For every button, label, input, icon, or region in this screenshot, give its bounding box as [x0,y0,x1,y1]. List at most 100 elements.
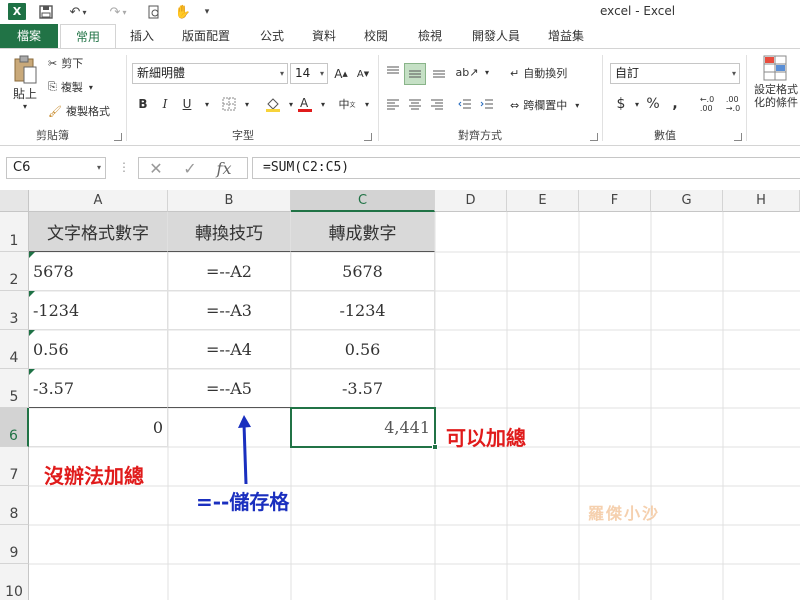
orientation-dropdown-icon[interactable]: ▾ [478,63,496,81]
row-header-7[interactable]: 7 [0,447,29,486]
tab-formulas[interactable]: 公式 [250,24,294,48]
cell-a6[interactable]: 0 [29,408,168,447]
print-preview-icon[interactable] [144,2,164,22]
alignment-launcher[interactable] [590,133,598,141]
borders-dropdown-icon[interactable]: ▾ [238,95,256,113]
cell-b3[interactable]: =--A3 [168,291,291,330]
column-header-g[interactable]: G [651,190,723,212]
cell-b2[interactable]: =--A2 [168,252,291,291]
cell-c1[interactable]: 轉成數字 [291,212,435,252]
column-header-c[interactable]: C [291,190,435,212]
phonetic-dropdown-icon[interactable]: ▾ [358,95,376,113]
cell-c4[interactable]: 0.56 [291,330,435,369]
italic-button[interactable]: I [156,95,174,113]
font-color-icon[interactable]: A [296,95,314,113]
column-header-b[interactable]: B [168,190,291,212]
fill-color-icon[interactable] [264,95,282,113]
font-size-select[interactable]: 14 ▾ [290,63,328,84]
align-right-icon[interactable] [428,95,446,113]
tab-addins[interactable]: 增益集 [538,24,594,48]
borders-icon[interactable] [220,95,238,113]
format-painter-button[interactable]: 🖌 複製格式 [48,103,110,119]
row-header-9[interactable]: 9 [0,525,29,564]
row-header-10[interactable]: 10 [0,564,29,600]
column-header-d[interactable]: D [435,190,507,212]
increase-decimal-icon[interactable]: ←.0.00 [696,95,718,113]
align-left-icon[interactable] [384,95,402,113]
align-center-icon[interactable] [406,95,424,113]
tab-insert[interactable]: 插入 [120,24,164,48]
cell-c3[interactable]: -1234 [291,291,435,330]
redo-icon[interactable]: ↷ ▾ [104,2,132,22]
decrease-decimal-icon[interactable]: .00 →.0 [722,95,744,113]
cell-a5[interactable]: -3.57 [29,369,168,408]
cell-b1[interactable]: 轉換技巧 [168,212,291,252]
cut-button[interactable]: ✂ 剪下 [48,55,83,71]
font-launcher[interactable] [364,133,372,141]
percent-button[interactable]: % [644,95,662,113]
copy-button[interactable]: ⎘ 複製 ▾ [48,79,93,95]
merge-center-button[interactable]: ⇔ 跨欄置中 ▾ [510,97,579,113]
shrink-font-icon[interactable]: A ▼ [354,65,372,83]
cancel-icon[interactable]: ✕ [139,159,173,178]
row-header-1[interactable]: 1 [0,212,29,252]
cell-a2[interactable]: 5678 [29,252,168,291]
tab-page-layout[interactable]: 版面配置 [172,24,240,48]
cell-b4[interactable]: =--A4 [168,330,291,369]
underline-dropdown-icon[interactable]: ▾ [198,95,216,113]
column-header-h[interactable]: H [723,190,800,212]
cell-c5[interactable]: -3.57 [291,369,435,408]
row-header-6[interactable]: 6 [0,408,29,447]
row-header-5[interactable]: 5 [0,369,29,408]
underline-button[interactable]: U [178,95,196,113]
enter-icon[interactable]: ✓ [173,159,207,178]
cell-c2[interactable]: 5678 [291,252,435,291]
bold-button[interactable]: B [134,95,152,113]
insert-function-icon[interactable]: fx [207,159,241,178]
row-header-2[interactable]: 2 [0,252,29,291]
touch-mode-icon[interactable]: ✋ [172,2,194,22]
tab-view[interactable]: 檢視 [408,24,452,48]
clipboard-launcher[interactable] [114,133,122,141]
title-bar: X ↶ ▾ ↷ ▾ ✋ ▾ excel - Excel [0,0,800,24]
orientation-icon[interactable]: ab↗ [456,63,479,81]
tab-home[interactable]: 常用 [60,24,116,48]
row-header-3[interactable]: 3 [0,291,29,330]
column-header-e[interactable]: E [507,190,579,212]
save-icon[interactable] [36,2,56,22]
formula-input[interactable]: =SUM(C2:C5) [252,157,800,179]
align-middle-icon[interactable] [404,63,426,85]
tab-file[interactable]: 檔案 [0,24,58,48]
conditional-formatting-button[interactable]: 設定格式化的條件 [752,55,800,109]
name-box[interactable]: C6 ▾ [6,157,106,179]
row-header-4[interactable]: 4 [0,330,29,369]
qat-customize-icon[interactable]: ▾ [200,2,214,22]
undo-icon[interactable]: ↶ ▾ [64,2,92,22]
column-header-f[interactable]: F [579,190,651,212]
grow-font-icon[interactable]: A ▲ [332,65,350,83]
increase-indent-icon[interactable] [478,95,496,113]
font-name-select[interactable]: 新細明體 ▾ [132,63,288,84]
cell-a4[interactable]: 0.56 [29,330,168,369]
align-bottom-icon[interactable] [430,63,448,81]
tab-data[interactable]: 資料 [302,24,346,48]
tab-review[interactable]: 校閱 [354,24,398,48]
number-launcher[interactable] [734,133,742,141]
phonetic-icon[interactable]: 中文 [338,95,356,113]
paste-button[interactable]: 貼上 ▾ [8,55,42,115]
select-all-corner[interactable] [0,190,29,212]
wrap-text-button[interactable]: ↵ 自動換列 [510,65,567,81]
align-top-icon[interactable] [384,63,402,81]
decrease-indent-icon[interactable] [456,95,474,113]
tab-developer[interactable]: 開發人員 [462,24,530,48]
fill-handle[interactable] [432,444,438,450]
cell-b5[interactable]: =--A5 [168,369,291,408]
number-format-select[interactable]: 自訂 ▾ [610,63,740,84]
comma-button[interactable]: , [666,95,684,113]
cell-a1[interactable]: 文字格式數字 [29,212,168,252]
error-indicator-icon [29,291,35,297]
font-color-dropdown-icon[interactable]: ▾ [314,95,332,113]
row-header-8[interactable]: 8 [0,486,29,525]
cell-a3[interactable]: -1234 [29,291,168,330]
column-header-a[interactable]: A [29,190,168,212]
